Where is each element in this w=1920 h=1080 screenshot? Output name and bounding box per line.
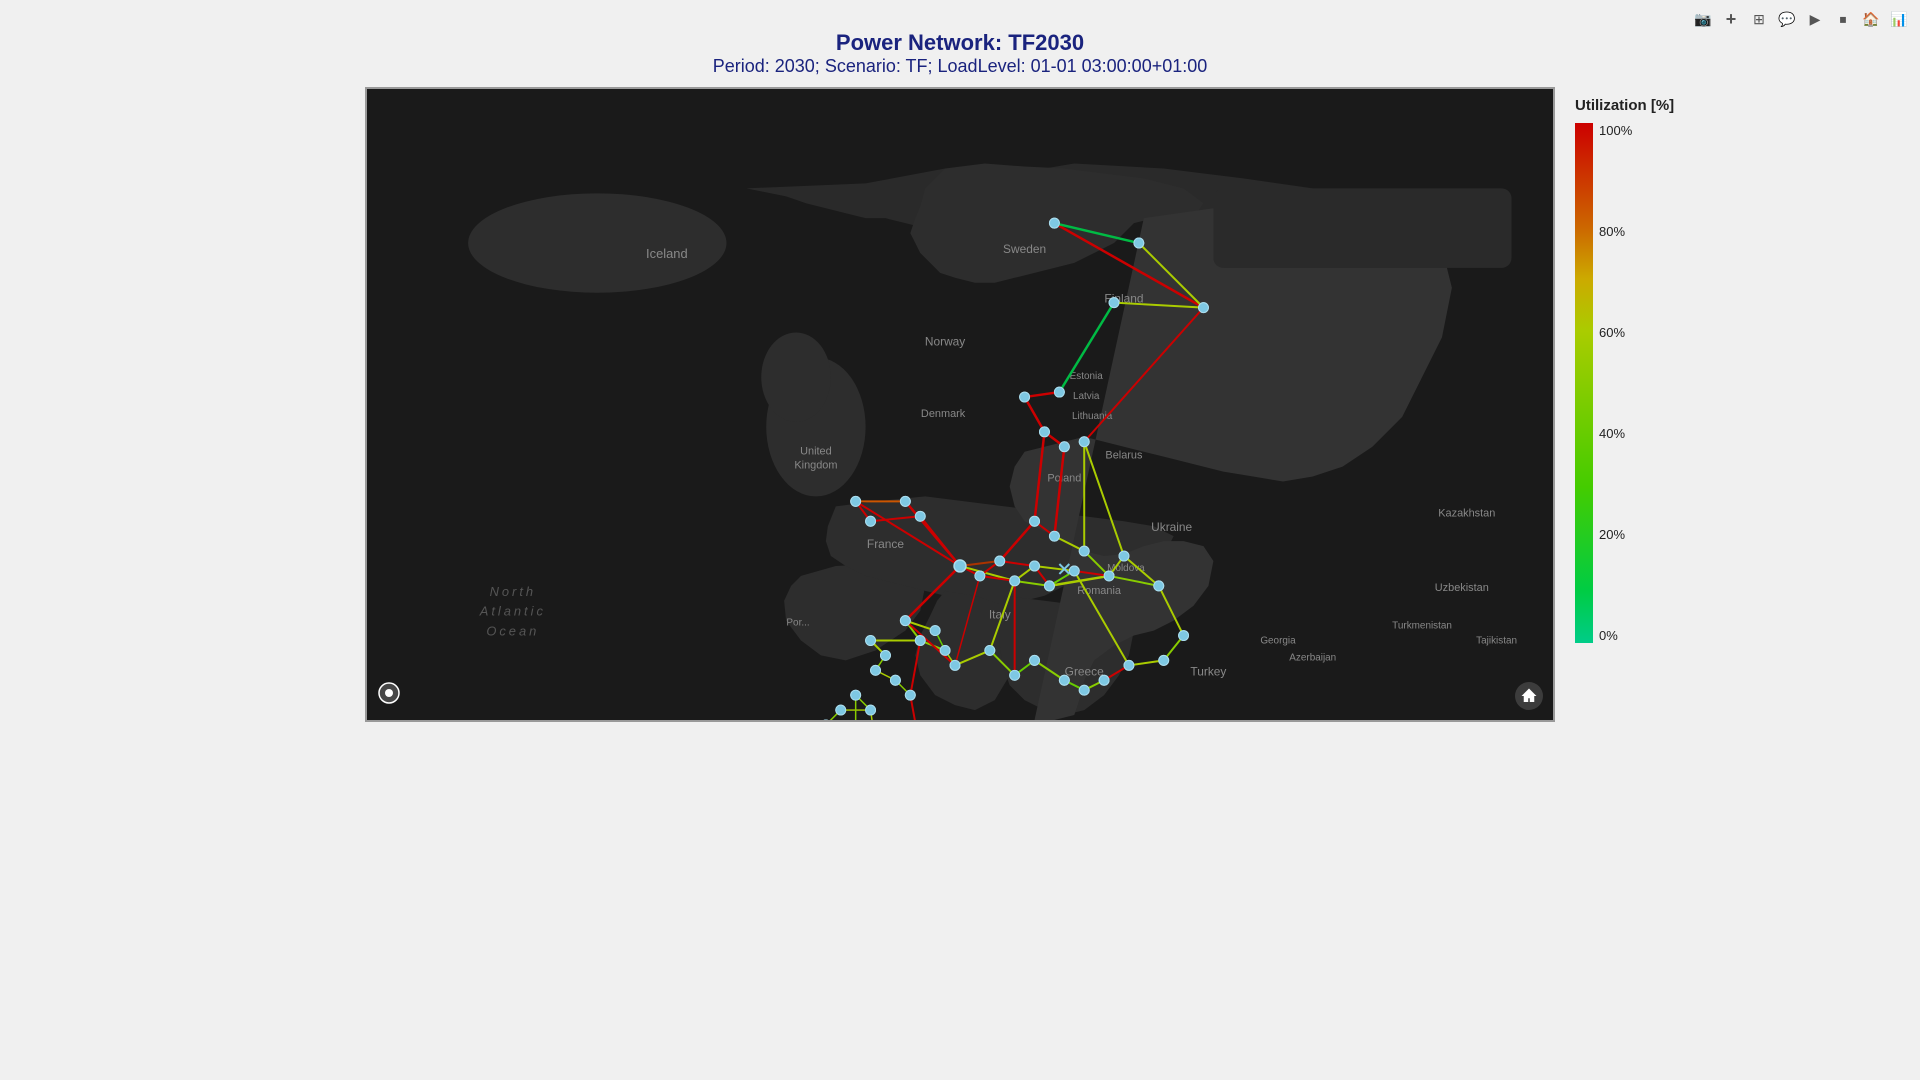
legend-title: Utilization [%] xyxy=(1575,97,1674,114)
svg-text:Ocean: Ocean xyxy=(486,624,539,639)
svg-text:Kazakhstan: Kazakhstan xyxy=(1438,507,1495,519)
map-container[interactable]: Iceland Sweden Finland Norway Denmark Un… xyxy=(365,87,1555,722)
svg-text:Ukraine: Ukraine xyxy=(1151,520,1192,534)
svg-text:Greece: Greece xyxy=(1065,664,1104,678)
iceland-label: Iceland xyxy=(646,246,688,261)
stop-icon[interactable]: ⏹ xyxy=(1832,8,1854,30)
legend-label-100: 100% xyxy=(1599,123,1632,138)
svg-text:Georgia: Georgia xyxy=(1260,635,1296,646)
legend-color-bar xyxy=(1575,123,1593,643)
home-icon[interactable]: 🏠 xyxy=(1860,8,1882,30)
bar-chart-icon[interactable]: 📊 xyxy=(1888,8,1910,30)
svg-text:Azerbaijan: Azerbaijan xyxy=(1289,652,1336,663)
svg-text:Norway: Norway xyxy=(925,334,965,348)
title-line2: Period: 2030; Scenario: TF; LoadLevel: 0… xyxy=(713,56,1208,77)
svg-text:Tajikistan: Tajikistan xyxy=(1476,635,1517,646)
svg-text:Uzbekistan: Uzbekistan xyxy=(1435,582,1489,594)
legend-label-80: 80% xyxy=(1599,224,1632,239)
title-line1: Power Network: TF2030 xyxy=(713,30,1208,56)
svg-text:Latvia: Latvia xyxy=(1073,391,1100,402)
svg-text:Kingdom: Kingdom xyxy=(794,460,837,472)
svg-text:Poland: Poland xyxy=(1047,473,1081,485)
svg-text:Estonia: Estonia xyxy=(1070,371,1104,382)
svg-text:France: France xyxy=(867,537,904,551)
map-svg: Iceland Sweden Finland Norway Denmark Un… xyxy=(367,89,1553,720)
svg-text:Denmark: Denmark xyxy=(921,408,966,420)
svg-text:Atlantic: Atlantic xyxy=(479,604,546,619)
camera-icon[interactable]: 📷 xyxy=(1692,8,1714,30)
zoom-indicator[interactable] xyxy=(377,681,401,710)
svg-text:North: North xyxy=(490,584,536,599)
legend-label-60: 60% xyxy=(1599,325,1632,340)
plus-icon[interactable]: + xyxy=(1720,8,1742,30)
svg-text:Por...: Por... xyxy=(786,618,809,629)
svg-text:United: United xyxy=(800,446,832,458)
legend-label-40: 40% xyxy=(1599,426,1632,441)
chat-icon[interactable]: 💬 xyxy=(1776,8,1798,30)
play-icon[interactable]: ▶ xyxy=(1804,8,1826,30)
grid-icon[interactable]: ⊞ xyxy=(1748,8,1770,30)
toolbar: 📷 + ⊞ 💬 ▶ ⏹ 🏠 📊 xyxy=(1692,8,1910,30)
svg-text:Italy: Italy xyxy=(989,608,1011,622)
svg-text:Turkmenistan: Turkmenistan xyxy=(1392,621,1452,632)
title-area: Power Network: TF2030 Period: 2030; Scen… xyxy=(713,0,1208,87)
legend-label-0: 0% xyxy=(1599,628,1632,643)
legend-labels: 100% 80% 60% 40% 20% 0% xyxy=(1599,123,1632,643)
legend-label-20: 20% xyxy=(1599,527,1632,542)
utilization-legend: Utilization [%] 100% 80% 60% 40% 20% 0% xyxy=(1575,87,1735,722)
zoom-home-button[interactable] xyxy=(1515,682,1543,710)
svg-text:Turkey: Turkey xyxy=(1190,664,1226,678)
svg-text:Sweden: Sweden xyxy=(1003,242,1046,256)
svg-text:Belarus: Belarus xyxy=(1105,450,1143,462)
